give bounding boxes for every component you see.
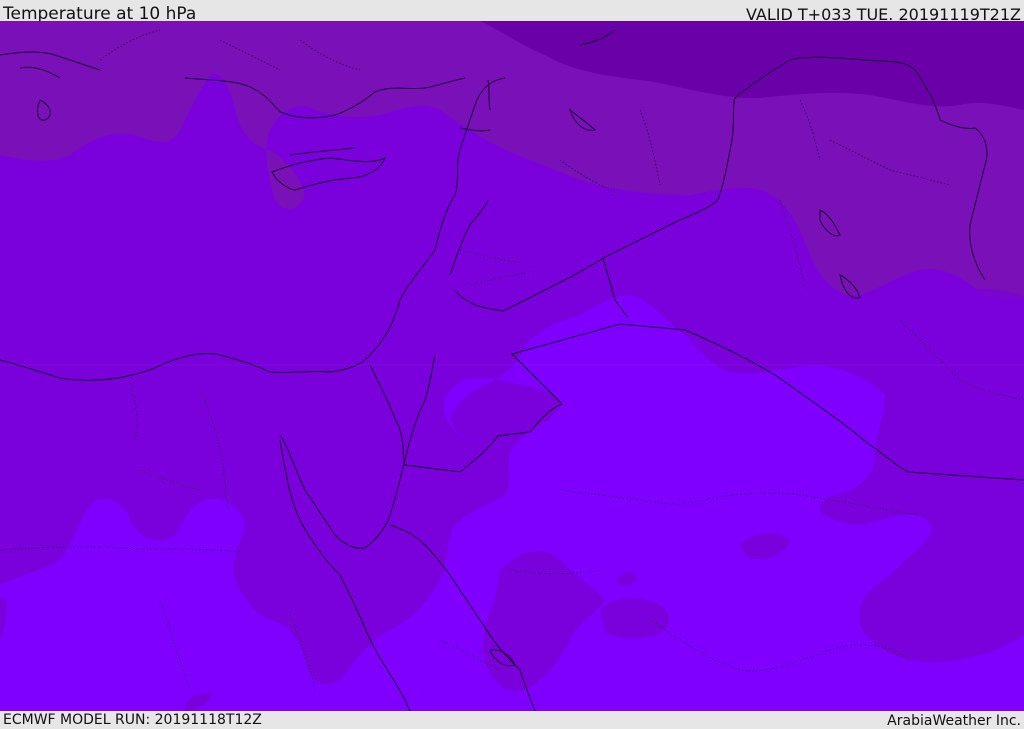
map-canvas bbox=[0, 21, 1024, 711]
weather-map[interactable] bbox=[0, 21, 1024, 711]
brand-label: ArabiaWeather Inc. bbox=[887, 713, 1021, 729]
model-run-label: ECMWF MODEL RUN: 20191118T12Z bbox=[3, 712, 262, 728]
